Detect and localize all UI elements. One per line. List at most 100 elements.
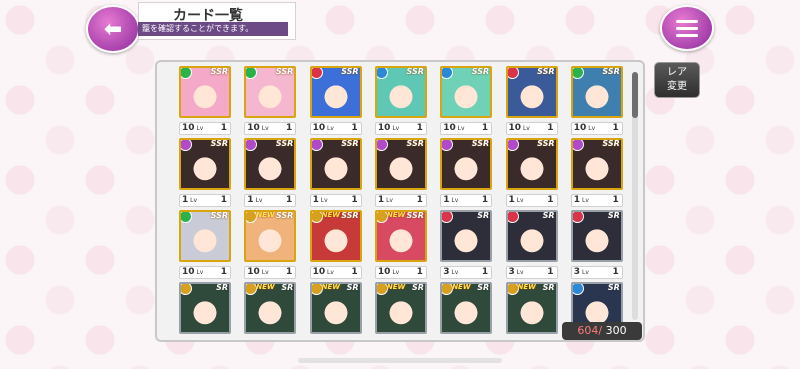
rarity-badge: SR [281, 283, 294, 292]
card-item[interactable]: SSR 10 Lv 1 [309, 66, 362, 136]
card-item[interactable]: SSR 10 Lv 1 [179, 66, 231, 136]
card-item[interactable]: SR NEW [374, 282, 427, 352]
scrollbar-thumb[interactable] [632, 72, 638, 118]
card-item[interactable]: SSR 10 Lv 1 [440, 66, 493, 136]
card-item[interactable]: SR [570, 282, 623, 352]
card-item[interactable]: SSR 1 Lv 1 [374, 138, 427, 208]
card-item[interactable]: SSR 1 Lv 1 [570, 138, 623, 208]
card-level: 10 Lv [312, 123, 334, 133]
card-stars: 1 [286, 195, 293, 205]
level-bar: 1 Lv 1 [374, 194, 427, 207]
rarity-badge: SR [346, 283, 359, 292]
card-thumbnail: SSR [179, 210, 231, 262]
card-item[interactable]: SSR 10 Lv 1 [374, 66, 427, 136]
card-item[interactable]: SSR NEW 10 Lv 1 [309, 210, 362, 280]
rarity-badge: SR [216, 283, 228, 292]
card-thumbnail: SR NEW [244, 282, 297, 334]
card-stars: 1 [416, 267, 423, 277]
card-stars: 1 [612, 123, 619, 133]
card-level: 10 Lv [573, 123, 596, 133]
card-stars: 1 [416, 195, 423, 205]
level-bar: 10 Lv 1 [244, 266, 297, 279]
level-bar: 3 Lv 1 [570, 266, 623, 279]
card-thumbnail: SR [570, 210, 623, 262]
new-badge: NEW [256, 283, 275, 291]
card-thumbnail: SSR [179, 138, 231, 190]
back-arrow-icon: ⬅ [103, 16, 123, 42]
card-stars: 1 [351, 195, 358, 205]
card-item[interactable]: SR NEW [309, 282, 362, 352]
rarity-badge: SR [477, 211, 490, 220]
card-level: 1 Lv [247, 195, 263, 205]
level-bar: 1 Lv 1 [440, 194, 493, 207]
card-level: 1 Lv [573, 195, 589, 205]
card-item[interactable]: SSR 1 Lv 1 [505, 138, 558, 208]
card-thumbnail: SSR [570, 138, 623, 190]
card-item[interactable]: SSR 10 Lv 1 [244, 66, 297, 136]
card-thumbnail: SSR NEW [309, 210, 362, 262]
attribute-icon [181, 212, 192, 223]
card-stars: 1 [481, 195, 489, 205]
level-bar: 1 Lv 1 [244, 194, 297, 207]
card-item[interactable]: SR 3 Lv 1 [440, 210, 493, 280]
attribute-icon [376, 140, 388, 151]
rare-change-button[interactable]: レア 変更 [654, 62, 700, 98]
card-item[interactable]: SSR 1 Lv 1 [179, 138, 231, 208]
card-level: 10 Lv [247, 267, 269, 277]
card-item[interactable]: SR NEW [505, 282, 558, 352]
card-level: 10 Lv [182, 267, 204, 277]
page-subtitle: 籠を確認することができます。 [138, 22, 288, 36]
level-bar: 10 Lv 1 [570, 122, 623, 135]
card-item[interactable]: SSR 1 Lv 1 [244, 138, 297, 208]
card-thumbnail: SSR [309, 138, 362, 190]
card-item[interactable]: SSR 1 Lv 1 [309, 138, 362, 208]
card-item[interactable]: SSR 10 Lv 1 [179, 210, 231, 280]
card-stars: 1 [612, 195, 619, 205]
card-thumbnail: SR NEW [505, 282, 558, 334]
rare-change-label-1: レア [667, 67, 687, 78]
card-item[interactable]: SSR NEW 10 Lv 1 [244, 210, 297, 280]
new-badge: NEW [517, 283, 536, 291]
level-bar: 3 Lv 1 [440, 266, 493, 279]
card-item[interactable]: SSR 10 Lv 1 [505, 66, 558, 136]
card-item[interactable]: SR NEW [440, 282, 493, 352]
attribute-icon [572, 284, 584, 295]
card-item[interactable]: SSR NEW 10 Lv 1 [374, 210, 427, 280]
level-bar: 10 Lv 1 [374, 122, 427, 135]
card-stars: 1 [547, 123, 554, 133]
menu-button[interactable] [660, 5, 714, 51]
card-level: 10 Lv [377, 123, 400, 133]
card-stars: 1 [481, 267, 489, 277]
card-item[interactable]: SR 3 Lv 1 [505, 210, 558, 280]
card-stars: 1 [612, 267, 619, 277]
card-item[interactable]: SR NEW [244, 282, 297, 352]
attribute-icon [311, 140, 323, 151]
card-item[interactable]: SSR 1 Lv 1 [440, 138, 493, 208]
attribute-icon [507, 140, 519, 151]
rarity-badge: SR [477, 283, 490, 292]
card-item[interactable]: SR [179, 282, 231, 352]
card-thumbnail: SR NEW [374, 282, 427, 334]
level-bar: 10 Lv 1 [309, 122, 362, 135]
rarity-badge: SSR [341, 211, 359, 220]
card-thumbnail: SR [440, 210, 493, 262]
card-item[interactable]: SR 3 Lv 1 [570, 210, 623, 280]
card-thumbnail: SR [505, 210, 558, 262]
card-stars: 1 [220, 267, 227, 277]
rarity-badge: SR [607, 283, 620, 292]
new-badge: NEW [386, 211, 406, 219]
level-bar: 10 Lv 1 [309, 266, 362, 279]
card-level: 10 Lv [377, 267, 400, 277]
rarity-badge: SR [542, 283, 555, 292]
card-count-current: 604/ [577, 324, 603, 337]
back-button[interactable]: ⬅ [86, 5, 140, 53]
card-thumbnail: SSR [244, 138, 297, 190]
card-thumbnail: SSR [309, 66, 362, 118]
rarity-badge: SSR [471, 67, 490, 76]
card-level: 10 Lv [312, 267, 334, 277]
rarity-badge: SSR [537, 67, 555, 76]
card-item[interactable]: SSR 10 Lv 1 [570, 66, 623, 136]
card-stars: 1 [351, 123, 358, 133]
card-stars: 1 [547, 195, 554, 205]
level-bar: 1 Lv 1 [179, 194, 231, 207]
